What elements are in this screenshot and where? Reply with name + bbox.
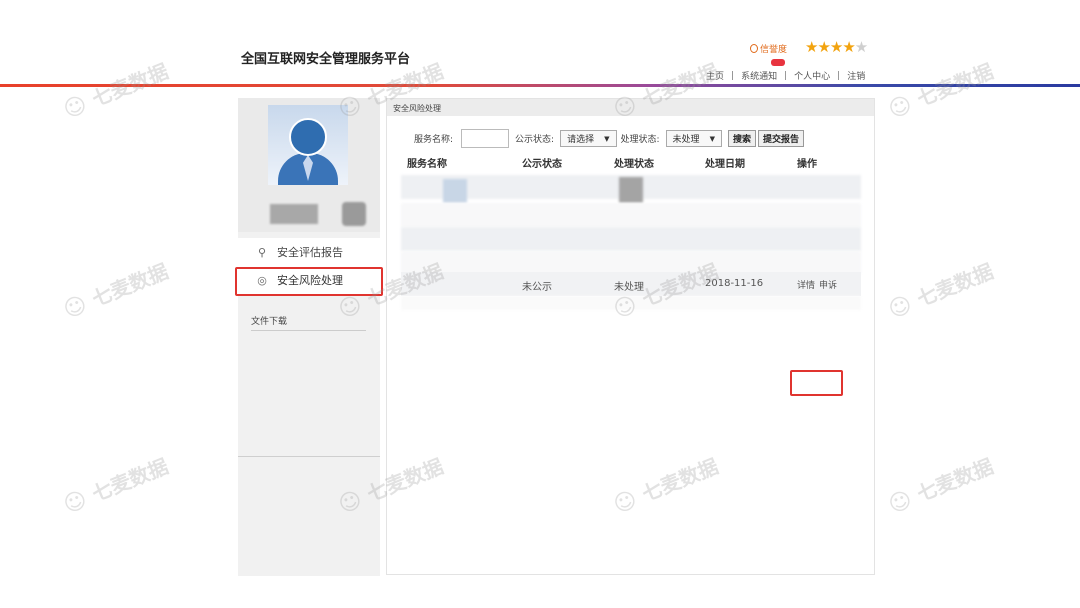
process-status-cell: 未处理 (614, 282, 644, 293)
highlight-annotation (790, 370, 843, 396)
filter-bar: 服务名称: 公示状态: 请选择 ▼ 处理状态: 未处理 ▼ 搜索 提交报告 (414, 129, 804, 148)
watermark: 七麦数据 (884, 450, 997, 518)
table-row-redacted (401, 203, 861, 227)
redacted-cell (619, 177, 643, 203)
search-icon: ⚲ (257, 245, 267, 259)
shield-icon: ◎ (257, 273, 267, 287)
watermark: 七麦数据 (59, 255, 172, 323)
column-header-publish-status: 公示状态 (522, 159, 562, 170)
process-status-select[interactable]: 未处理 ▼ (665, 130, 722, 147)
column-header-process-status: 处理状态 (614, 159, 654, 170)
sidebar-menu: ⚲ 安全评估报告 ◎ 安全风险处理 (235, 238, 383, 296)
watermark: 七麦数据 (59, 55, 172, 123)
table-row-redacted (401, 175, 861, 203)
watermark: 七麦数据 (884, 55, 997, 123)
top-navigation: 主页 | 系统通知 | 个人中心 | 注销 (706, 69, 865, 83)
appeal-link[interactable]: 申诉 (819, 278, 837, 291)
nav-logout-link[interactable]: 注销 (847, 69, 865, 82)
table-header: 服务名称 公示状态 处理状态 处理日期 操作 (387, 155, 874, 171)
watermark: 七麦数据 (884, 255, 997, 323)
submit-report-button[interactable]: 提交报告 (757, 130, 804, 147)
empty-star: ★ (854, 38, 868, 56)
service-name-input[interactable] (461, 129, 510, 148)
credit-rating: 信誉度 (750, 42, 787, 55)
dropdown-arrow-icon: ▼ (604, 134, 610, 143)
file-downloads-section[interactable]: 文件下载 (251, 314, 366, 331)
panel-title: 安全风险处理 (387, 99, 874, 116)
sidebar-item-risk-handling[interactable]: ◎ 安全风险处理 (238, 266, 380, 294)
header-divider (0, 84, 1080, 87)
dropdown-arrow-icon: ▼ (709, 134, 715, 143)
credit-label: 信誉度 (760, 45, 788, 55)
redacted-info (342, 202, 366, 226)
avatar (268, 105, 348, 185)
filled-stars: ★★★★ (805, 38, 856, 56)
sidebar-divider (238, 456, 380, 457)
publish-status-value: 请选择 (567, 135, 595, 145)
publish-status-select[interactable]: 请选择 ▼ (560, 130, 617, 147)
rating-stars: ★★★★★ (805, 38, 868, 56)
redacted-cell (443, 179, 467, 203)
process-date-cell: 2018-11-16 (705, 278, 764, 289)
nav-notifications-link[interactable]: 系统通知 (741, 69, 777, 82)
sidebar-item-label: 安全评估报告 (277, 246, 343, 259)
process-status-value: 未处理 (672, 135, 700, 145)
medal-icon (750, 44, 758, 53)
notification-badge (771, 59, 785, 66)
sidebar: ⚲ 安全评估报告 ◎ 安全风险处理 文件下载 (235, 98, 383, 576)
column-header-actions: 操作 (797, 159, 817, 170)
column-header-service-name: 服务名称 (407, 159, 447, 170)
user-profile-card (238, 98, 380, 232)
search-button[interactable]: 搜索 (727, 130, 756, 147)
table-row[interactable]: 未公示 未处理 2018-11-16 详情 申诉 (401, 272, 861, 296)
nav-home-link[interactable]: 主页 (706, 69, 724, 82)
nav-separator: | (731, 70, 735, 81)
publish-status-label: 公示状态: (515, 135, 555, 145)
table-row-redacted (401, 296, 861, 310)
sidebar-item-assessment-report[interactable]: ⚲ 安全评估报告 (238, 238, 380, 266)
sidebar-item-label: 安全风险处理 (277, 274, 343, 287)
service-name-label: 服务名称: (414, 135, 454, 145)
nav-separator: | (837, 70, 841, 81)
process-status-label: 处理状态: (620, 135, 660, 145)
detail-link[interactable]: 详情 (797, 278, 815, 291)
nav-separator: | (784, 70, 788, 81)
publish-status-cell: 未公示 (522, 282, 552, 293)
redacted-username (270, 204, 318, 224)
main-panel: 安全风险处理 服务名称: 公示状态: 请选择 ▼ 处理状态: 未处理 ▼ 搜索 … (386, 98, 875, 575)
watermark: 七麦数据 (59, 450, 172, 518)
site-title: 全国互联网安全管理服务平台 (241, 52, 411, 67)
column-header-process-date: 处理日期 (705, 159, 745, 170)
table-row-redacted (401, 227, 861, 251)
nav-profile-link[interactable]: 个人中心 (794, 69, 830, 82)
avatar-head (289, 118, 327, 156)
